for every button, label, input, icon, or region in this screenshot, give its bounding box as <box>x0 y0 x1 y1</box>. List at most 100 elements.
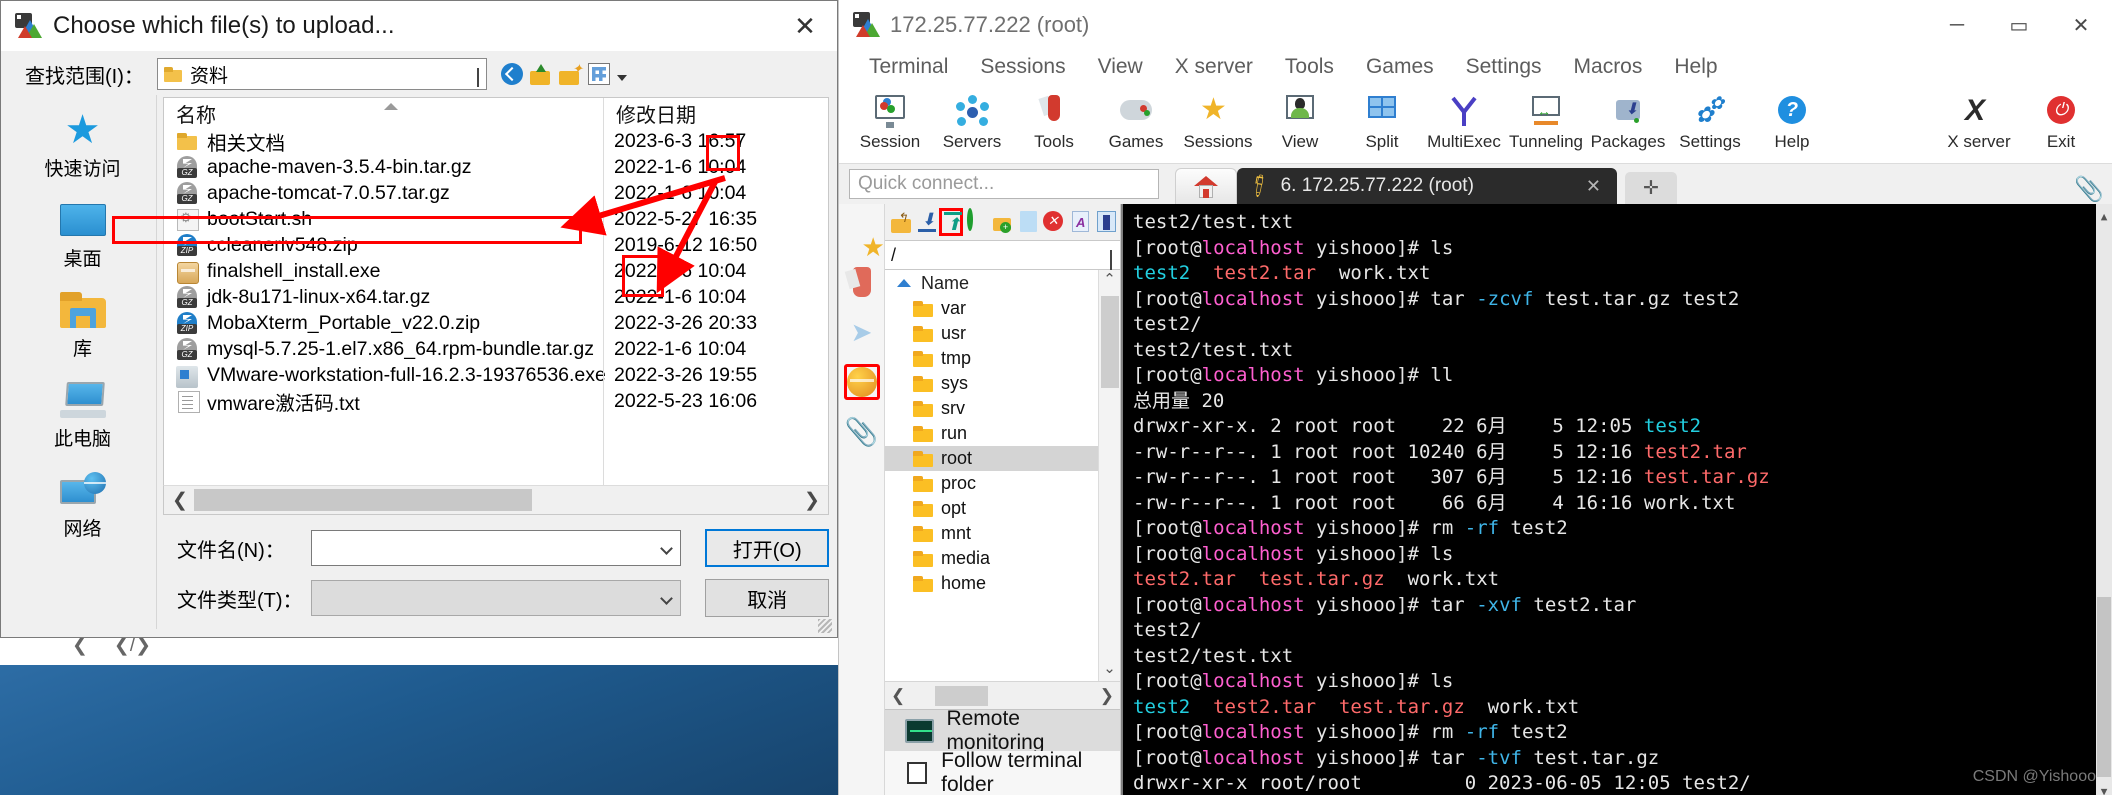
chevron-down-icon[interactable] <box>1110 250 1112 272</box>
menu-item-help[interactable]: Help <box>1658 55 1733 79</box>
scrollbar-thumb[interactable] <box>935 685 988 706</box>
toolbar-multiexec[interactable]: MultiExec <box>1423 95 1505 152</box>
toolbar-session[interactable]: Session <box>849 95 931 152</box>
parent-folder-icon[interactable]: ↰ <box>891 211 911 233</box>
tab-close-icon[interactable]: ✕ <box>1586 176 1601 197</box>
scrollbar-thumb[interactable] <box>194 489 533 511</box>
sftp-list-item[interactable]: var <box>885 296 1120 321</box>
terminal-scrollbar[interactable]: ▲ ▼ <box>2096 204 2112 795</box>
menu-item-settings[interactable]: Settings <box>1450 55 1558 79</box>
toolbar-sessions[interactable]: ★ Sessions <box>1177 95 1259 152</box>
remote-monitoring-button[interactable]: Remote monitoring <box>885 707 1120 754</box>
toolbar-x-server[interactable]: X X server <box>1938 95 2020 152</box>
scrollbar-thumb[interactable] <box>2097 597 2111 777</box>
vtool-attachments[interactable]: 📎 <box>844 414 880 450</box>
toolbar-split[interactable]: Split <box>1341 95 1423 152</box>
sftp-list-item[interactable]: usr <box>885 321 1120 346</box>
menu-item-games[interactable]: Games <box>1350 55 1450 79</box>
paperclip-icon[interactable]: 📎 <box>2066 175 2112 204</box>
up-one-level-icon[interactable] <box>530 63 552 85</box>
menu-item-macros[interactable]: Macros <box>1558 55 1659 79</box>
menu-item-tools[interactable]: Tools <box>1269 55 1350 79</box>
toolbar-tools[interactable]: Tools <box>1013 95 1095 152</box>
file-row[interactable]: ZIP ccleanerlv548.zip <box>164 232 603 258</box>
quick-connect-input[interactable]: Quick connect... <box>849 169 1159 199</box>
look-in-combo[interactable]: 资料 <box>157 58 487 90</box>
sftp-list-item[interactable]: mnt <box>885 521 1120 546</box>
menu-item-x-server[interactable]: X server <box>1159 55 1269 79</box>
cancel-button[interactable]: 取消 <box>705 579 829 617</box>
place-network[interactable]: 网络 <box>9 469 156 541</box>
scroll-right-icon[interactable]: ❯ <box>802 489 822 512</box>
sftp-list-item[interactable]: tmp <box>885 346 1120 371</box>
sftp-path-input[interactable]: / <box>885 240 1120 272</box>
text-editor-icon[interactable]: A <box>1070 211 1090 233</box>
sftp-list-item[interactable]: run <box>885 421 1120 446</box>
download-icon[interactable]: ⬇ <box>916 211 937 233</box>
delete-icon[interactable]: ✕ <box>1043 211 1064 233</box>
scroll-up-icon[interactable]: ▲ <box>2096 204 2112 223</box>
tab-session-active[interactable]: 🖊 6. 172.25.77.222 (root) ✕ <box>1237 168 1617 204</box>
file-row[interactable]: GZ apache-maven-3.5.4-bin.tar.gz <box>164 154 603 180</box>
scroll-down-icon[interactable]: ⌄ <box>1099 659 1120 681</box>
scrollbar-thumb[interactable] <box>1101 296 1119 388</box>
dialog-close-button[interactable]: ✕ <box>773 1 837 51</box>
file-row[interactable]: finalshell_install.exe <box>164 258 603 284</box>
scroll-up-icon[interactable]: ⌃ <box>1099 270 1120 292</box>
column-header-date[interactable]: 修改日期 <box>604 98 828 128</box>
vtool-sftp[interactable] <box>843 364 880 400</box>
new-folder-icon[interactable]: ✦ <box>559 62 583 85</box>
file-row[interactable]: 相关文档 <box>164 128 603 155</box>
minimize-button[interactable]: ─ <box>1926 0 1988 50</box>
refresh-icon[interactable] <box>967 208 985 233</box>
toolbar-exit[interactable]: ⏻ Exit <box>2020 95 2102 152</box>
chevron-down-icon[interactable] <box>477 68 479 87</box>
tab-add-button[interactable]: ✛ <box>1625 172 1677 204</box>
vtool-tools[interactable] <box>844 264 880 300</box>
back-icon[interactable] <box>501 63 523 85</box>
sftp-list-item[interactable]: srv <box>885 396 1120 421</box>
scroll-left-icon[interactable]: ❮ <box>170 489 190 512</box>
filetype-select[interactable] <box>310 580 682 616</box>
column-header-name[interactable]: 名称 <box>164 98 603 128</box>
toolbar-games[interactable]: Games <box>1095 95 1177 152</box>
file-row[interactable]: GZ apache-tomcat-7.0.57.tar.gz <box>164 180 603 206</box>
follow-terminal-folder-checkbox[interactable] <box>907 762 928 784</box>
views-chevron-down-icon[interactable] <box>617 75 627 81</box>
file-list-horizontal-scrollbar[interactable]: ❮ ❯ <box>163 485 829 515</box>
scroll-down-icon[interactable]: ▼ <box>2096 779 2112 795</box>
place-quick-access[interactable]: ★ 快速访问 <box>9 109 156 181</box>
close-button[interactable]: ✕ <box>2050 0 2112 50</box>
tab-home[interactable] <box>1175 168 1237 204</box>
scroll-left-icon[interactable]: ❮ <box>891 686 905 706</box>
chevron-down-icon[interactable] <box>660 541 674 555</box>
sftp-column-header[interactable]: Name <box>885 270 1120 296</box>
sftp-file-list[interactable]: Name var usr tmp sys srv run root proc opt mnt med… <box>885 270 1120 681</box>
sftp-vertical-scrollbar[interactable]: ⌃ ⌄ <box>1098 270 1120 681</box>
sftp-horizontal-scrollbar[interactable]: ❮ ❯ <box>885 681 1120 709</box>
follow-terminal-folder-row[interactable]: Follow terminal folder <box>885 749 1120 795</box>
sftp-list-item[interactable]: sys <box>885 371 1120 396</box>
sftp-list-item[interactable]: proc <box>885 471 1120 496</box>
place-desktop[interactable]: 桌面 <box>9 199 156 271</box>
toolbar-help[interactable]: ? Help <box>1751 95 1833 152</box>
toolbar-packages[interactable]: ⬇ Packages <box>1587 95 1669 152</box>
open-button[interactable]: 打开(O) <box>705 529 829 567</box>
filename-input[interactable] <box>310 530 682 566</box>
menu-item-terminal[interactable]: Terminal <box>853 55 964 79</box>
new-folder-icon[interactable]: + <box>992 211 1011 233</box>
scrollbar-track[interactable] <box>194 489 798 511</box>
file-row[interactable]: GZ jdk-8u171-linux-x64.tar.gz <box>164 284 603 310</box>
resize-grip[interactable] <box>818 619 832 633</box>
toolbar-view[interactable]: View <box>1259 95 1341 152</box>
vtool-macros[interactable]: ➤ <box>844 314 880 350</box>
menu-item-view[interactable]: View <box>1082 55 1159 79</box>
upload-icon[interactable]: ⬆ <box>938 208 964 236</box>
open-terminal-icon[interactable] <box>1096 211 1116 233</box>
views-icon[interactable] <box>588 63 610 85</box>
file-row[interactable]: VMware-workstation-full-16.2.3-19376536.… <box>164 362 606 388</box>
file-row[interactable]: GZ mysql-5.7.25-1.el7.x86_64.rpm-bundle.t… <box>164 336 603 362</box>
maximize-button[interactable]: ▭ <box>1988 0 2050 50</box>
sftp-list-item[interactable]: root <box>885 446 1120 471</box>
place-library[interactable]: 库 <box>9 289 156 361</box>
